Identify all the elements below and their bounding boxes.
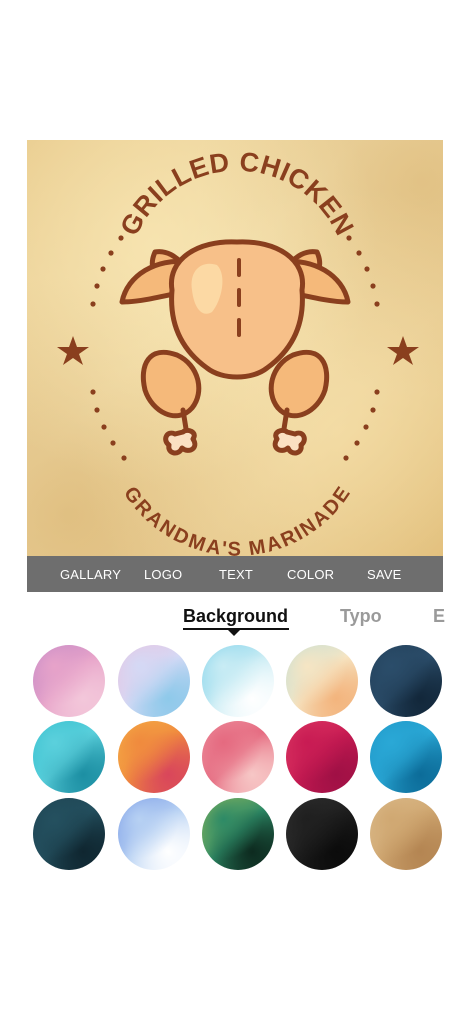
- chicken-icon: [119, 239, 351, 456]
- svg-text:GRILLED CHICKEN: GRILLED CHICKEN: [114, 147, 359, 241]
- background-swatch-watercolor-pink-stripes[interactable]: [202, 721, 274, 793]
- star-left-icon: [57, 336, 89, 365]
- background-swatch-watercolor-cyan-white[interactable]: [202, 645, 274, 717]
- save-button[interactable]: SAVE: [367, 567, 402, 582]
- background-swatch-watercolor-crimson[interactable]: [286, 721, 358, 793]
- background-swatch-watercolor-blue-white[interactable]: [118, 798, 190, 870]
- background-swatch-grunge-navy[interactable]: [370, 645, 442, 717]
- background-swatch-watercolor-orange-red[interactable]: [118, 721, 190, 793]
- background-swatch-grunge-dark-teal[interactable]: [33, 798, 105, 870]
- logo-subtitle: GRANDMA'S MARINADE: [119, 483, 354, 556]
- caret-down-icon: [228, 630, 240, 636]
- background-swatch-texture-ocean-blue[interactable]: [370, 721, 442, 793]
- background-swatch-watercolor-purple-pink[interactable]: [33, 645, 105, 717]
- background-swatch-grunge-yellow-green[interactable]: [202, 798, 274, 870]
- chicken-logo: GRILLED CHICKEN GRANDMA'S MARINADE: [57, 147, 419, 556]
- background-swatch-parchment-tan[interactable]: [370, 798, 442, 870]
- tab-typo[interactable]: Typo: [340, 606, 382, 627]
- svg-text:GRANDMA'S MARINADE: GRANDMA'S MARINADE: [119, 483, 355, 556]
- editor-toolbar: GALLARY LOGO TEXT COLOR SAVE: [27, 556, 443, 592]
- logo-title: GRILLED CHICKEN: [114, 147, 359, 241]
- tab-e[interactable]: E: [433, 606, 445, 627]
- gallery-button[interactable]: GALLARY: [60, 567, 121, 582]
- background-swatch-gradient-peach-teal[interactable]: [286, 645, 358, 717]
- design-canvas[interactable]: GRILLED CHICKEN GRANDMA'S MARINADE: [27, 140, 443, 556]
- logo-button[interactable]: LOGO: [144, 567, 182, 582]
- color-button[interactable]: COLOR: [287, 567, 334, 582]
- background-swatch-watercolor-teal[interactable]: [33, 721, 105, 793]
- text-button[interactable]: TEXT: [219, 567, 253, 582]
- background-swatch-watercolor-pastel-blue[interactable]: [118, 645, 190, 717]
- tab-background[interactable]: Background: [183, 606, 288, 627]
- star-right-icon: [387, 336, 419, 365]
- background-swatch-texture-black[interactable]: [286, 798, 358, 870]
